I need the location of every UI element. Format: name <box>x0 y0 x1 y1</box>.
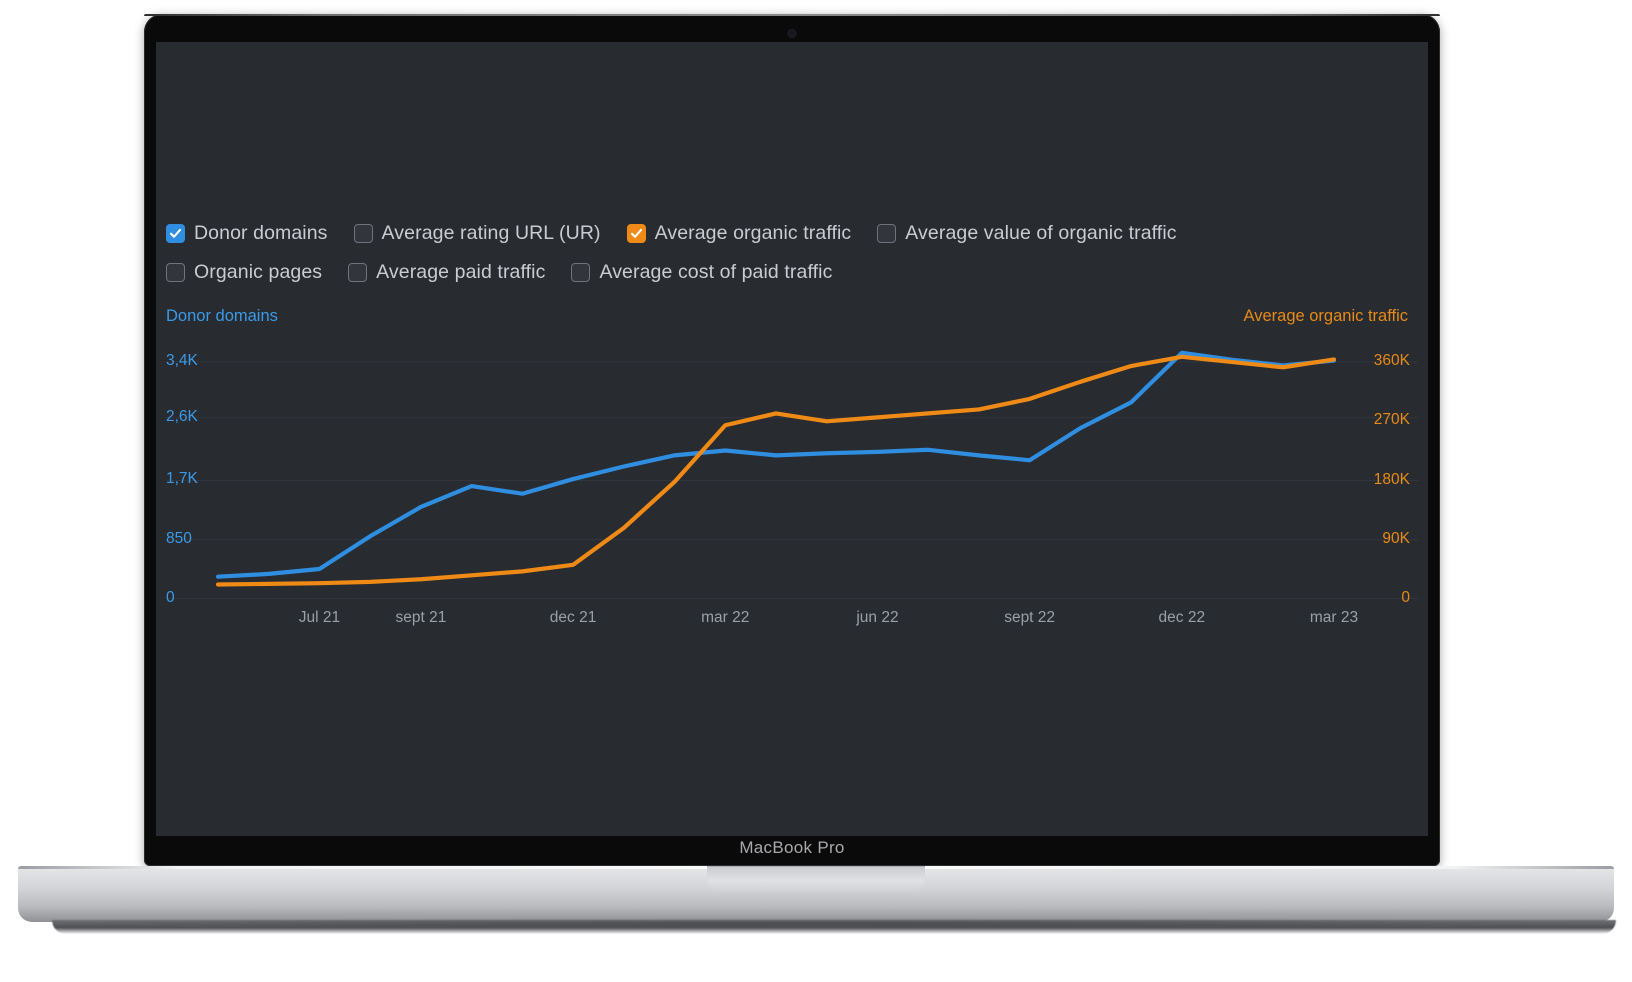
macbook-pro-label: MacBook Pro <box>739 838 845 857</box>
right-axis-tick: 270K <box>1373 411 1410 429</box>
metric-legend: Donor domains Average rating URL (UR) Av… <box>166 222 1416 300</box>
gridlines <box>166 361 1418 599</box>
legend-item-average-organic-traffic[interactable]: Average organic traffic <box>626 222 852 245</box>
x-axis-tick: mar 23 <box>1309 609 1359 626</box>
checkbox-organic-pages[interactable] <box>166 263 185 282</box>
legend-label: Donor domains <box>194 222 328 244</box>
legend-item-donor-domains[interactable]: Donor domains <box>166 222 328 245</box>
legend-item-organic-pages[interactable]: Organic pages <box>166 261 322 284</box>
legend-item-average-cost-of-paid-traffic[interactable]: Average cost of paid traffic <box>571 261 832 284</box>
left-axis-tick: 0 <box>166 589 175 606</box>
series-line <box>218 357 1334 585</box>
base-notch <box>707 866 925 892</box>
chart: Donor domains Average organic traffic 0 8… <box>166 307 1418 637</box>
x-axis-tick: Jul 21 <box>298 609 341 626</box>
line-chart-svg <box>166 341 1418 599</box>
right-axis-tick: 0 <box>1401 589 1410 606</box>
right-axis-tick: 180K <box>1373 470 1410 488</box>
legend-row: Organic pages Average paid traffic Avera… <box>166 261 1416 284</box>
x-axis-tick: mar 22 <box>701 609 750 626</box>
legend-row: Donor domains Average rating URL (UR) Av… <box>166 222 1416 245</box>
legend-label: Average cost of paid traffic <box>599 261 833 283</box>
checkbox-average-cost-of-paid-traffic[interactable] <box>571 263 591 282</box>
legend-item-average-rating-url[interactable]: Average rating URL (UR) <box>353 222 601 245</box>
left-axis-tick: 3,4K <box>166 351 198 369</box>
right-axis-tick: 90K <box>1382 529 1410 547</box>
legend-item-average-paid-traffic[interactable]: Average paid traffic <box>348 261 545 284</box>
x-axis-tick: sept 21 <box>395 609 447 626</box>
series-lines <box>218 353 1334 585</box>
base-shadow <box>60 918 1572 928</box>
series-line <box>218 353 1334 577</box>
checkbox-donor-domains[interactable] <box>166 224 185 243</box>
webcam-icon <box>788 30 796 37</box>
right-axis-title: Average organic traffic <box>1243 307 1408 325</box>
x-axis-tick: jun 22 <box>856 609 899 626</box>
checkbox-average-paid-traffic[interactable] <box>348 263 368 282</box>
left-axis-tick: 2,6K <box>166 407 198 425</box>
x-axis-tick: dec 22 <box>1158 609 1206 626</box>
legend-label: Average organic traffic <box>654 222 852 244</box>
plot-area <box>166 341 1418 599</box>
legend-label: Organic pages <box>194 261 323 283</box>
right-axis-tick: 360K <box>1373 352 1410 370</box>
x-axis-tick: sept 22 <box>1004 609 1056 626</box>
checkbox-average-rating-url[interactable] <box>353 224 373 243</box>
left-axis-tick: 1,7K <box>166 470 198 488</box>
left-axis-tick: 850 <box>166 529 192 547</box>
macbook-base <box>18 866 1616 934</box>
left-axis-title: Donor domains <box>166 307 278 325</box>
legend-item-average-value-of-organic-traffic[interactable]: Average value of organic traffic <box>877 222 1177 245</box>
legend-label: Average value of organic traffic <box>905 222 1177 244</box>
screen: Donor domains Average rating URL (UR) Av… <box>156 42 1428 836</box>
lid-edge-highlight <box>144 14 1440 16</box>
legend-label: Average rating URL (UR) <box>381 222 601 244</box>
x-axis-tick: dec 21 <box>549 609 597 626</box>
legend-label: Average paid traffic <box>376 261 546 283</box>
screenshot-root: Donor domains Average rating URL (UR) Av… <box>0 0 1632 982</box>
checkbox-average-organic-traffic[interactable] <box>626 224 646 243</box>
macbook-lid: Donor domains Average rating URL (UR) Av… <box>144 14 1440 866</box>
checkbox-average-value-of-organic-traffic[interactable] <box>877 224 897 243</box>
